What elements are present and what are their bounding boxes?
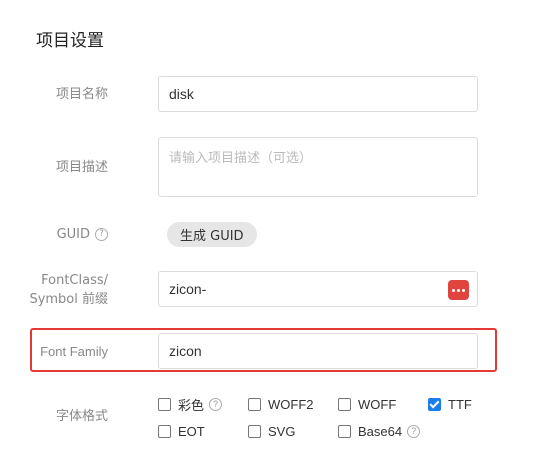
fontclass-input[interactable]: zicon-: [158, 271, 478, 307]
fontclass-label-line2: Symbol 前缀: [29, 292, 108, 307]
font-family-input[interactable]: zicon: [158, 333, 478, 369]
checkbox-icon[interactable]: [248, 397, 261, 411]
fontclass-value: zicon-: [169, 281, 207, 297]
checkbox-icon[interactable]: [248, 424, 261, 438]
checkbox-icon[interactable]: [158, 424, 171, 438]
font-family-label: Font Family: [40, 344, 108, 359]
project-description-placeholder: 请输入项目描述（可选）: [169, 151, 313, 166]
format-checkbox-ttf[interactable]: TTF: [428, 395, 472, 413]
guid-label: GUID?: [0, 225, 108, 244]
checkbox-checked-icon[interactable]: [428, 397, 441, 411]
checkbox-icon[interactable]: [158, 397, 171, 411]
checkbox-icon[interactable]: [338, 397, 351, 411]
project-description-label: 项目描述: [55, 160, 108, 175]
font-family-value: zicon: [169, 343, 202, 359]
format-label: SVG: [268, 423, 296, 439]
format-label: 彩色: [178, 398, 205, 414]
checkbox-icon[interactable]: [338, 424, 351, 438]
question-icon[interactable]: ?: [209, 397, 223, 411]
format-checkbox-eot[interactable]: EOT: [158, 422, 205, 440]
question-icon[interactable]: ?: [407, 424, 421, 438]
format-label: WOFF2: [268, 396, 314, 412]
format-label: Base64: [358, 423, 403, 439]
more-dots-icon[interactable]: [448, 280, 469, 300]
format-checkbox-base64[interactable]: Base64 ?: [338, 422, 421, 440]
font-format-label: 字体格式: [55, 409, 108, 424]
project-description-input[interactable]: 请输入项目描述（可选）: [158, 137, 478, 197]
project-name-label: 项目名称: [55, 87, 108, 102]
section-title: 项目设置: [36, 31, 104, 51]
guid-label-text: GUID: [56, 227, 90, 242]
generate-guid-button[interactable]: 生成 GUID: [167, 222, 257, 247]
format-checkbox-woff2[interactable]: WOFF2: [248, 395, 314, 413]
project-name-value: disk: [169, 86, 194, 102]
project-name-input[interactable]: disk: [158, 76, 478, 112]
format-label: EOT: [178, 423, 205, 439]
format-label: WOFF: [358, 396, 397, 412]
format-checkbox-woff[interactable]: WOFF: [338, 395, 396, 413]
format-checkbox-color[interactable]: 彩色 ?: [158, 395, 223, 414]
fontclass-label: FontClass/ Symbol 前缀: [0, 271, 108, 309]
question-icon[interactable]: ?: [95, 228, 108, 241]
format-checkbox-svg[interactable]: SVG: [248, 422, 295, 440]
fontclass-label-line1: FontClass/: [41, 273, 108, 288]
format-label: TTF: [448, 396, 472, 412]
